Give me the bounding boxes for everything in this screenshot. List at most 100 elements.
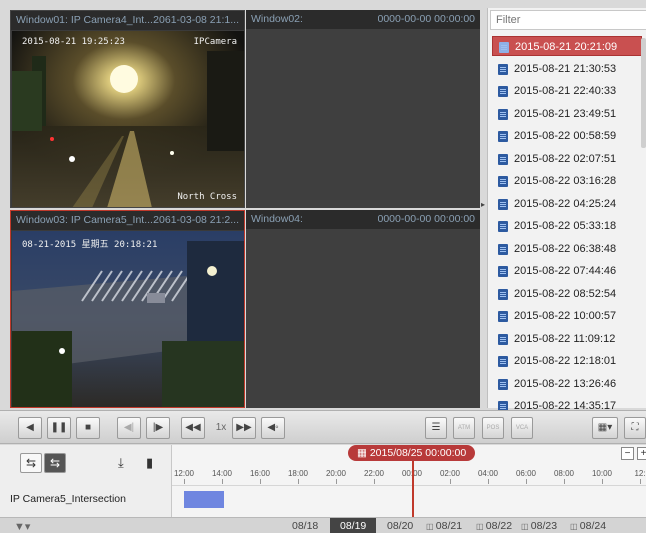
recording-segment[interactable] — [184, 491, 224, 508]
video-window-2[interactable]: Window02: 0000-00-00 00:00:00 — [246, 10, 480, 208]
sync-on-icon[interactable]: ⇆ — [44, 453, 66, 473]
record-file-item[interactable]: 2015-08-21 22:40:33 — [492, 81, 642, 101]
date-tab[interactable]: 08/20 — [387, 518, 413, 533]
tick-label: 16:00 — [249, 469, 271, 478]
zoom-in-button[interactable]: + — [637, 447, 646, 460]
record-file-time: 2015-08-21 21:30:53 — [514, 62, 617, 75]
window-title: Window03: IP Camera5_Int... — [16, 214, 153, 226]
video-feed-camera4: 2015-08-21 19:25:23 IPCamera North Cross — [12, 31, 244, 207]
record-file-time: 2015-08-22 05:33:18 — [514, 220, 617, 232]
record-file-time: 2015-08-22 08:52:54 — [514, 287, 617, 300]
calendar-icon: ▦ — [357, 447, 370, 459]
playback-control-bar: ◀ ❚❚ ■ ◀| |▶ ◀◀ 1x ▶▶ ◀◦ ☰ ATM POS VCA ▦… — [0, 410, 646, 444]
date-tab[interactable]: ◫ 08/21 — [426, 518, 462, 533]
tick-label: 14:00 — [211, 469, 233, 478]
slow-down-button[interactable]: ◀◀ — [181, 417, 205, 439]
vca-button[interactable]: VCA — [511, 417, 533, 439]
filter-input[interactable] — [490, 10, 646, 30]
video-feed-camera5: 08-21-2015 星期五 20:18:21 — [12, 231, 244, 407]
record-file-item[interactable]: 2015-08-21 23:49:51 — [492, 104, 642, 124]
date-label: 08/23 — [530, 520, 558, 532]
date-label: 08/18 — [292, 520, 319, 532]
date-tab[interactable]: 08/18 — [292, 518, 318, 533]
stop-button[interactable]: ■ — [76, 417, 100, 439]
record-file-item[interactable]: 2015-08-22 05:33:18 — [492, 216, 642, 236]
record-file-item[interactable]: 2015-08-22 08:52:54 — [492, 284, 642, 304]
osd-timestamp: 08-21-2015 星期五 20:18:21 — [22, 240, 158, 250]
record-file-item[interactable]: 2015-08-22 06:38:48 — [492, 239, 642, 259]
tick-mark — [260, 479, 261, 484]
video-file-icon — [498, 198, 508, 210]
video-file-icon — [498, 176, 508, 187]
video-file-icon — [498, 266, 508, 277]
record-file-item[interactable]: 2015-08-22 00:58:59 — [492, 126, 642, 146]
step-back-button[interactable]: ◀| — [117, 417, 141, 439]
tick-label: 02:00 — [439, 469, 461, 478]
step-forward-button[interactable]: |▶ — [146, 417, 170, 439]
record-file-item[interactable]: 2015-08-22 12:18:01 — [492, 351, 642, 371]
record-file-time: 2015-08-21 23:49:51 — [514, 107, 617, 120]
video-file-icon — [499, 42, 509, 53]
video-file-icon — [498, 131, 508, 142]
window-title-bar: Window03: IP Camera5_Int... 2061-03-08 2… — [11, 211, 244, 230]
video-window-1[interactable]: Window01: IP Camera4_Int... 2061-03-08 2… — [10, 10, 245, 208]
video-window-3[interactable]: Window03: IP Camera5_Int... 2061-03-08 2… — [10, 210, 245, 408]
playback-screen: Window01: IP Camera4_Int... 2061-03-08 2… — [0, 0, 646, 533]
window-time: 2061-03-08 21:2... — [153, 214, 239, 226]
zoom-out-button[interactable]: − — [621, 447, 634, 460]
ruler-divider — [172, 485, 646, 486]
record-file-item[interactable]: 2015-08-22 04:25:24 — [492, 194, 642, 214]
window-title: Window04: — [251, 213, 303, 225]
pause-button[interactable]: ❚❚ — [47, 417, 71, 439]
sync-off-icon[interactable]: ⇆ — [20, 453, 42, 473]
record-file-item[interactable]: 2015-08-22 07:44:46 — [492, 261, 642, 281]
record-file-time: 2015-08-21 22:40:33 — [514, 85, 617, 97]
date-label: 08/24 — [579, 520, 607, 532]
record-file-list: 2015-08-21 20:21:09 2015-08-21 21:30:53 20… — [487, 8, 646, 412]
tick-label: 10:00 — [591, 469, 613, 478]
record-file-item[interactable]: 2015-08-22 13:26:46 — [492, 374, 642, 394]
tick-label: 20:00 — [325, 469, 347, 478]
record-file-item[interactable]: 2015-08-22 03:16:28 — [492, 171, 642, 191]
download-icon[interactable]: ⤓ — [118, 455, 124, 471]
date-tab[interactable]: ◫ 08/23 — [521, 518, 557, 533]
record-file-time: 2015-08-22 07:44:46 — [514, 265, 617, 277]
record-file-time: 2015-08-22 12:18:01 — [514, 355, 617, 367]
bookmark-icon[interactable]: ▮ — [146, 455, 153, 471]
list-scrollbar[interactable] — [641, 38, 646, 148]
audio-icon[interactable]: ◀◦ — [261, 417, 285, 439]
timeline-panel: ⇆ ⇆ ⤓ ▮ IP Camera5_Intersection 12:00 14:… — [0, 445, 646, 517]
window-layout-icon[interactable]: ▦▾ — [592, 417, 618, 439]
record-file-item[interactable]: 2015-08-22 02:07:51 — [492, 149, 642, 169]
atm-button[interactable]: ATM — [453, 417, 475, 439]
record-day-icon: ◫ — [426, 522, 436, 531]
pos-button[interactable]: POS — [482, 417, 504, 439]
timeline-ruler[interactable]: 12:0014:0016:0018:0020:0022:0000:0002:00… — [172, 445, 646, 517]
reverse-play-button[interactable]: ◀ — [18, 417, 42, 439]
record-file-time: 2015-08-22 13:26:46 — [514, 377, 617, 390]
date-tab[interactable]: 08/19 — [330, 518, 377, 533]
video-window-4[interactable]: Window04: 0000-00-00 00:00:00 — [246, 210, 480, 408]
tick-mark — [184, 479, 185, 484]
speed-up-button[interactable]: ▶▶ — [232, 417, 256, 439]
tick-mark — [298, 479, 299, 484]
date-tab[interactable]: ◫ 08/24 — [570, 518, 606, 533]
timeline-camera-column: ⇆ ⇆ ⤓ ▮ IP Camera5_Intersection — [0, 445, 172, 517]
date-tab[interactable]: ◫ 08/22 — [476, 518, 512, 533]
date-label: 08/19 — [340, 520, 367, 532]
record-file-item[interactable]: 2015-08-22 10:00:57 — [492, 306, 642, 326]
tick-mark — [336, 479, 337, 484]
tick-mark — [564, 479, 565, 484]
record-file-item[interactable]: 2015-08-22 11:09:12 — [492, 329, 642, 349]
fullscreen-icon[interactable]: ⛶ — [624, 417, 646, 439]
video-file-icon — [498, 221, 508, 232]
video-file-icon — [498, 63, 508, 75]
playback-cursor[interactable] — [412, 457, 414, 517]
cursor-time-label: ▦ 2015/08/25 00:00:00 — [348, 445, 476, 461]
video-file-icon — [498, 86, 508, 97]
filter-funnel-icon[interactable]: ▼▾ — [14, 520, 30, 533]
file-list-icon[interactable]: ☰ — [425, 417, 447, 439]
record-file-item[interactable]: 2015-08-21 21:30:53 — [492, 59, 642, 79]
osd-timestamp: 2015-08-21 19:25:23 — [22, 37, 125, 47]
record-file-item[interactable]: 2015-08-21 20:21:09 — [492, 36, 642, 56]
